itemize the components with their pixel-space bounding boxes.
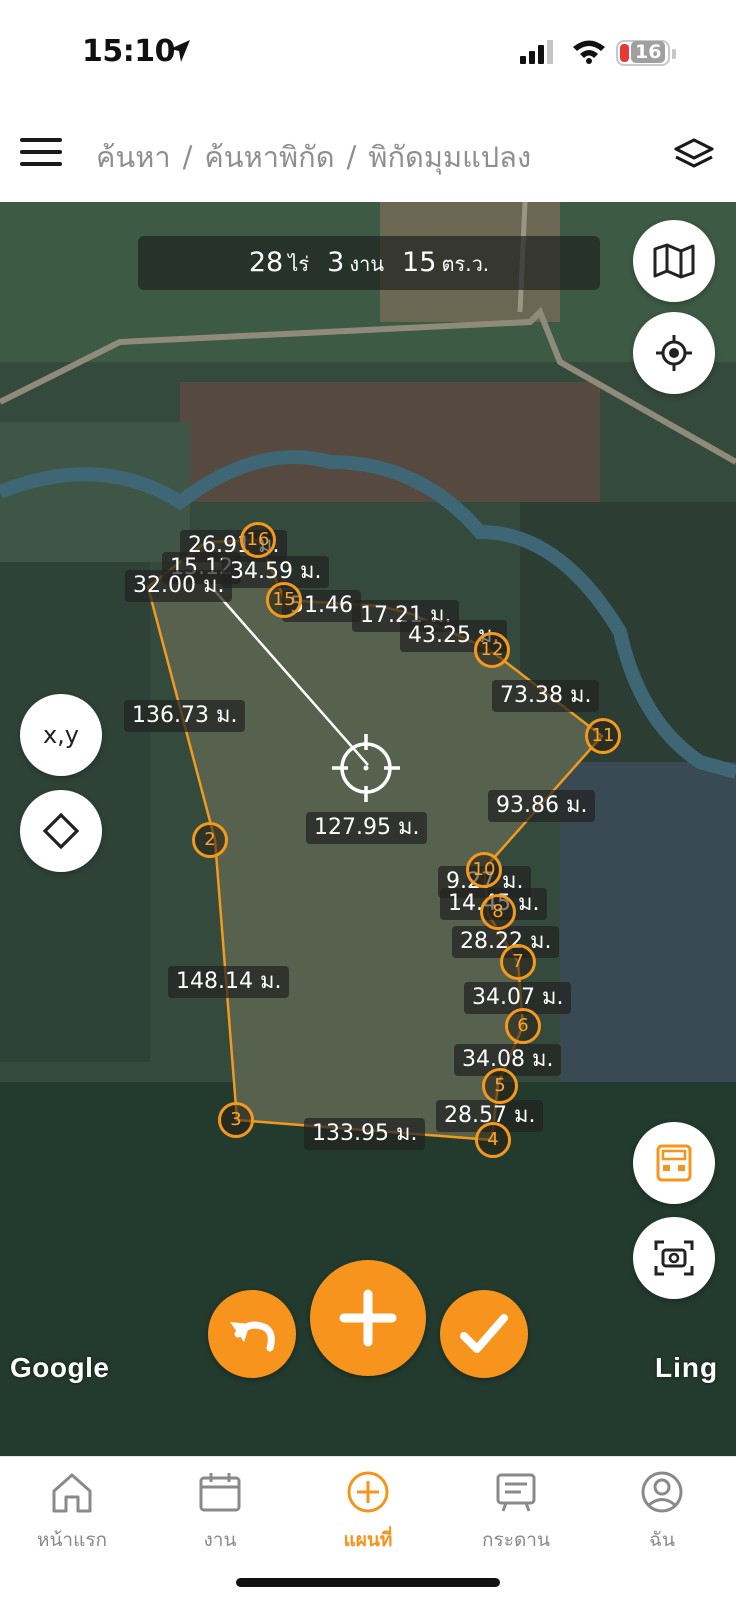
status-time: 15:10 — [82, 34, 176, 69]
area-summary: 28 ไร่ 3 งาน 15 ตร.ว. — [138, 236, 600, 290]
vertex-marker[interactable]: 12 — [474, 632, 510, 668]
xy-coordinate-button[interactable]: x,y — [20, 694, 102, 776]
breadcrumb: ค้นหา / ค้นหาพิกัด / พิกัดมุมแปลง — [96, 140, 532, 174]
location-arrow-icon — [170, 40, 190, 62]
calculator-button[interactable] — [633, 1122, 715, 1204]
layers-icon[interactable] — [672, 136, 716, 176]
confirm-button[interactable] — [440, 1290, 528, 1378]
crosshair-icon — [332, 734, 400, 802]
home-indicator — [236, 1578, 500, 1587]
vertex-marker[interactable]: 7 — [500, 944, 536, 980]
vertex-marker[interactable]: 11 — [585, 718, 621, 754]
segment-label: 136.73 ม. — [124, 700, 246, 732]
provider-attribution: Ling — [655, 1352, 719, 1383]
google-attribution: Google — [10, 1352, 110, 1383]
calculator-icon — [656, 1144, 692, 1182]
menu-button[interactable] — [20, 138, 62, 172]
tab-map[interactable]: แผนที่ — [308, 1467, 428, 1555]
vertex-marker[interactable]: 8 — [480, 894, 516, 930]
segment-label: 32.00 ม. — [125, 570, 233, 602]
map-type-button[interactable] — [633, 220, 715, 302]
shape-button[interactable] — [20, 790, 102, 872]
breadcrumb-item-search[interactable]: ค้นหา — [96, 140, 171, 174]
segment-label: 127.95 ม. — [306, 812, 428, 844]
board-icon — [496, 1473, 536, 1512]
add-point-button[interactable] — [310, 1260, 426, 1376]
wifi-icon — [573, 40, 605, 64]
checkmark-icon — [460, 1314, 508, 1353]
gps-target-icon — [656, 335, 692, 371]
diamond-polygon-icon — [42, 812, 80, 850]
vertex-marker[interactable]: 16 — [240, 522, 276, 558]
segment-label: 133.95 ม. — [304, 1118, 426, 1150]
camera-frame-icon — [654, 1240, 694, 1276]
screenshot-button[interactable] — [633, 1217, 715, 1299]
breadcrumb-item-coordinate-search[interactable]: ค้นหาพิกัด — [204, 140, 334, 174]
plus-circle-icon — [347, 1471, 389, 1513]
tab-home[interactable]: หน้าแรก — [12, 1467, 132, 1555]
breadcrumb-item-corner-coordinates: พิกัดมุมแปลง — [368, 140, 532, 174]
battery-icon: 16 — [616, 40, 670, 66]
profile-icon — [641, 1471, 683, 1513]
vertex-marker[interactable]: 5 — [482, 1068, 518, 1104]
hamburger-icon — [20, 138, 62, 142]
cellular-signal-icon — [520, 40, 553, 64]
vertex-marker[interactable]: 2 — [192, 822, 228, 858]
my-location-button[interactable] — [633, 312, 715, 394]
tab-profile[interactable]: ฉัน — [602, 1467, 722, 1555]
app-header: ค้นหา / ค้นหาพิกัด / พิกัดมุมแปลง — [0, 110, 736, 202]
home-icon — [52, 1473, 92, 1513]
battery-level: 16 — [631, 41, 666, 63]
status-bar: 15:10 16 — [0, 0, 736, 110]
undo-icon — [230, 1321, 275, 1352]
segment-label: 93.86 ม. — [488, 790, 596, 822]
plus-icon — [339, 1289, 397, 1347]
xy-label: x,y — [42, 721, 80, 749]
undo-button[interactable] — [208, 1290, 296, 1378]
segment-label: 73.38 ม. — [492, 680, 600, 712]
segment-label: 148.14 ม. — [168, 966, 290, 998]
vertex-marker[interactable]: 6 — [505, 1008, 541, 1044]
vertex-marker[interactable]: 15 — [266, 582, 302, 618]
map-icon — [653, 243, 695, 279]
calendar-icon — [199, 1473, 241, 1512]
tab-tasks[interactable]: งาน — [160, 1467, 280, 1555]
satellite-map[interactable]: 28 ไร่ 3 งาน 15 ตร.ว. x,y 26.91 ม. 15.12 3… — [0, 202, 736, 1456]
tab-board[interactable]: กระดาน — [456, 1467, 576, 1555]
vertex-marker[interactable]: 10 — [466, 852, 502, 888]
vertex-marker[interactable]: 3 — [218, 1102, 254, 1138]
vertex-marker[interactable]: 4 — [475, 1122, 511, 1158]
